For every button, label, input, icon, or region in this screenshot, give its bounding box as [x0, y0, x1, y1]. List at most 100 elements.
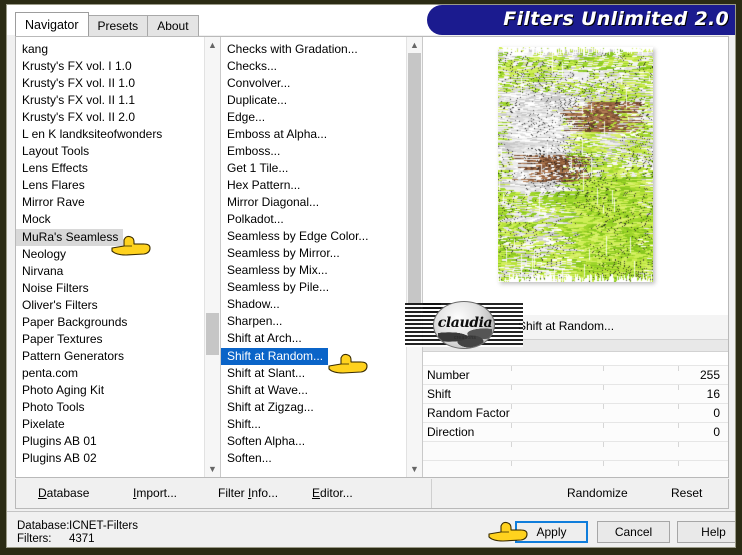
parameter-name: Number [427, 368, 470, 382]
parameter-row[interactable]: Number 255 [423, 365, 728, 384]
list-item[interactable]: Pattern Generators [16, 348, 204, 365]
list-item-label: Lens Effects [22, 161, 88, 175]
parameter-value[interactable]: 255 [700, 368, 720, 382]
list-item[interactable]: Krusty's FX vol. II 1.1 [16, 92, 204, 109]
tab-navigator[interactable]: Navigator [15, 12, 89, 36]
list-item[interactable]: Krusty's FX vol. II 1.0 [16, 75, 204, 92]
list-item[interactable]: MuRa's Seamless [16, 229, 124, 246]
list-item[interactable]: Nirvana [16, 263, 204, 280]
cancel-button[interactable]: Cancel [597, 521, 670, 543]
list-item-label: Emboss... [227, 144, 281, 158]
editor-button[interactable]: Editor... [312, 486, 353, 500]
parameter-value[interactable]: 16 [707, 387, 720, 401]
list-item[interactable]: Duplicate... [221, 92, 406, 109]
list-item[interactable]: kang [16, 41, 204, 58]
list-item[interactable]: Edge... [221, 109, 406, 126]
category-scrollbar[interactable]: ▲ ▼ [204, 37, 220, 477]
column-tick [511, 442, 512, 447]
reset-button[interactable]: Reset [671, 486, 702, 500]
list-item[interactable]: Seamless by Mix... [221, 262, 406, 279]
parameter-row[interactable]: Shift 16 [423, 384, 728, 403]
parameter-row[interactable]: Random Factor 0 [423, 403, 728, 422]
parameter-name: Direction [427, 425, 475, 439]
list-item[interactable]: Paper Textures [16, 331, 204, 348]
scroll-down-icon[interactable]: ▼ [407, 461, 422, 477]
preview-image[interactable] [498, 47, 653, 282]
list-item[interactable]: Checks with Gradation... [221, 41, 406, 58]
list-item[interactable]: Seamless by Pile... [221, 279, 406, 296]
list-item-label: Neology [22, 247, 67, 261]
list-item[interactable]: Get 1 Tile... [221, 160, 406, 177]
category-list[interactable]: kang Krusty's FX vol. I 1.0 Krusty's FX vo… [16, 37, 204, 477]
column-tick [678, 404, 679, 409]
list-item[interactable]: Photo Tools [16, 399, 204, 416]
list-item[interactable]: Shadow... [221, 296, 406, 313]
list-item[interactable]: Convolver... [221, 75, 406, 92]
list-item[interactable]: Oliver's Filters [16, 297, 204, 314]
list-item[interactable]: Hex Pattern... [221, 177, 406, 194]
list-item[interactable]: Mirror Rave [16, 194, 204, 211]
window-frame: Filters Unlimited 2.0 Navigator Presets … [6, 4, 736, 548]
parameter-row[interactable]: Direction 0 [423, 422, 728, 441]
list-item[interactable]: L en K landksiteofwonders [16, 126, 204, 143]
scroll-down-icon[interactable]: ▼ [205, 461, 220, 477]
current-filter-name: Shift at Random... [518, 319, 615, 333]
tab-presets[interactable]: Presets [87, 15, 149, 36]
list-item-label: Mirror Diagonal... [227, 195, 320, 209]
list-item[interactable]: penta.com [16, 365, 204, 382]
filter-scroll-thumb[interactable] [408, 53, 421, 327]
list-item-label: Shift at Wave... [227, 383, 308, 397]
list-item[interactable]: Lens Effects [16, 160, 204, 177]
filter-scrollbar[interactable]: ▲ ▼ [406, 37, 422, 477]
list-item[interactable]: Lens Flares [16, 177, 204, 194]
scroll-up-icon[interactable]: ▲ [407, 37, 422, 53]
help-button[interactable]: Help [677, 521, 735, 543]
list-item[interactable]: Paper Backgrounds [16, 314, 204, 331]
filter-info-button[interactable]: Filter Info... [218, 486, 278, 500]
list-item[interactable]: Sharpen... [221, 313, 406, 330]
database-button[interactable]: Database [38, 486, 89, 500]
column-tick [678, 366, 679, 371]
list-item[interactable]: Shift at Arch... [221, 330, 406, 347]
list-item[interactable]: Emboss... [221, 143, 406, 160]
list-item[interactable]: Emboss at Alpha... [221, 126, 406, 143]
list-item[interactable]: Layout Tools [16, 143, 204, 160]
list-item[interactable]: Soften... [221, 450, 406, 467]
list-item[interactable]: Shift... [221, 416, 406, 433]
list-item[interactable]: Noise Filters [16, 280, 204, 297]
list-item[interactable]: Plugins AB 01 [16, 433, 204, 450]
list-item[interactable]: Krusty's FX vol. I 1.0 [16, 58, 204, 75]
list-item[interactable]: Shift at Random... [221, 348, 329, 365]
randomize-button[interactable]: Randomize [567, 486, 628, 500]
list-item[interactable]: Shift at Wave... [221, 382, 406, 399]
list-item-label: Get 1 Tile... [227, 161, 289, 175]
list-item[interactable]: Seamless by Edge Color... [221, 228, 406, 245]
list-item[interactable]: Shift at Zigzag... [221, 399, 406, 416]
filter-list[interactable]: Checks with Gradation... Checks... Convolv… [221, 37, 406, 477]
list-item[interactable]: Shift at Slant... [221, 365, 406, 382]
scroll-up-icon[interactable]: ▲ [205, 37, 220, 53]
app-title: Filters Unlimited 2.0 [503, 8, 729, 30]
list-item-label: Plugins AB 02 [22, 451, 97, 465]
apply-button[interactable]: Apply [515, 521, 588, 543]
list-item[interactable]: Plugins AB 02 [16, 450, 204, 467]
parameter-value[interactable]: 0 [713, 406, 720, 420]
list-item[interactable]: Checks... [221, 58, 406, 75]
list-item[interactable]: Photo Aging Kit [16, 382, 204, 399]
list-item-label: Hex Pattern... [227, 178, 301, 192]
main-work-area: kang Krusty's FX vol. I 1.0 Krusty's FX vo… [15, 36, 729, 478]
list-item[interactable]: Soften Alpha... [221, 433, 406, 450]
tab-about[interactable]: About [147, 15, 199, 36]
list-item[interactable]: Polkadot... [221, 211, 406, 228]
list-item[interactable]: Mirror Diagonal... [221, 194, 406, 211]
import-button[interactable]: Import... [133, 486, 177, 500]
list-item[interactable]: Krusty's FX vol. II 2.0 [16, 109, 204, 126]
category-scroll-thumb[interactable] [206, 313, 219, 355]
list-item[interactable]: Seamless by Mirror... [221, 245, 406, 262]
list-item[interactable]: Pixelate [16, 416, 204, 433]
list-item[interactable]: Mock [16, 211, 204, 228]
list-item-label: L en K landksiteofwonders [22, 127, 163, 141]
parameter-value[interactable]: 0 [713, 425, 720, 439]
list-item[interactable]: Neology [16, 246, 204, 263]
parameter-name: Shift [427, 387, 452, 401]
